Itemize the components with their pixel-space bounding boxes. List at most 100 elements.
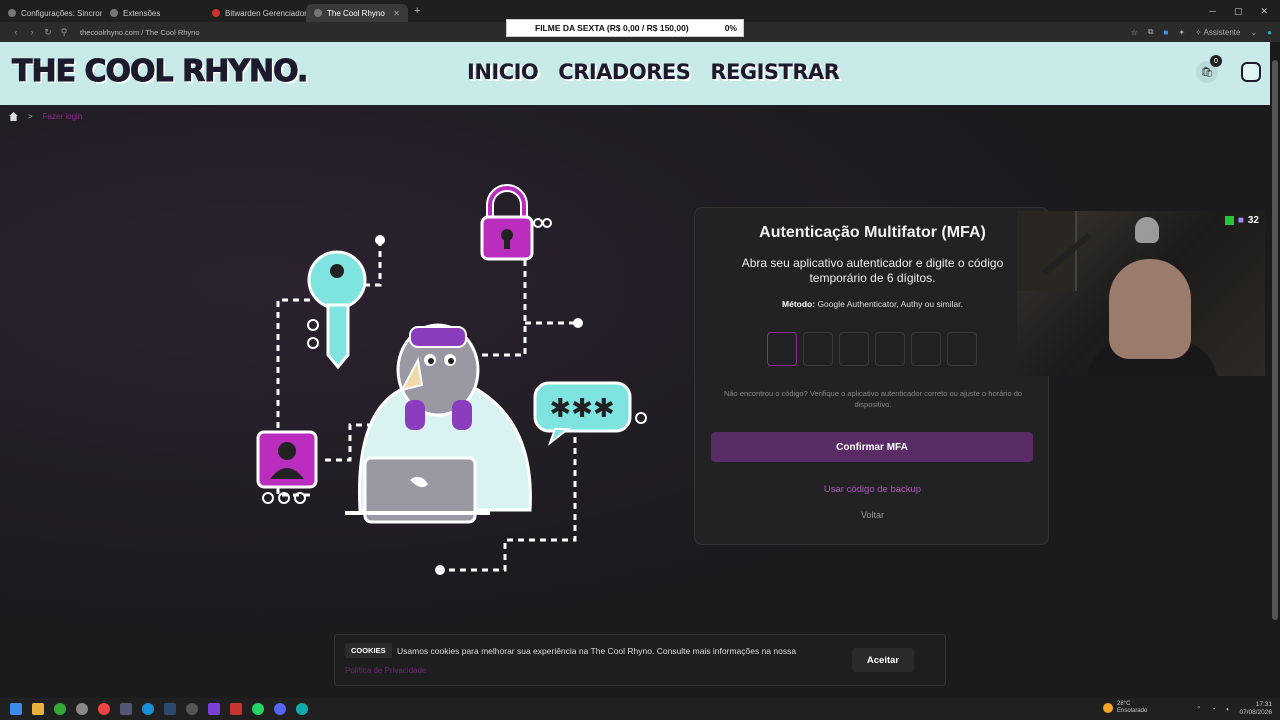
browser-toolbar-right: ☆ ⧉ ■ ✦ ✧ Assistente ⌄ ● [1131, 27, 1272, 37]
mfa-card: Autenticação Multifator (MFA) Abra seu a… [694, 207, 1049, 545]
steam-icon[interactable] [164, 703, 176, 715]
svg-text:✱✱✱: ✱✱✱ [549, 394, 614, 424]
nav-registrar[interactable]: REGISTRAR [710, 60, 840, 84]
url-text: thecoolrhyno.com / The Cool Rhyno [80, 27, 200, 37]
assistant-button[interactable]: ✧ Assistente [1195, 28, 1240, 37]
volume-icon[interactable]: ◖ [1226, 706, 1230, 713]
app-icon[interactable] [230, 703, 242, 715]
chevron-up-icon[interactable]: ⌃ [1196, 705, 1201, 713]
forward-arrow-icon[interactable]: › [24, 27, 40, 37]
assistant-label: Assistente [1203, 27, 1241, 37]
breadcrumb: > Fazer login [9, 112, 82, 121]
method-value: Google Authenticator, Authy ou similar. [817, 299, 963, 309]
back-link[interactable]: Voltar [695, 510, 1050, 520]
cookie-text: Usamos cookies para melhorar sua experiê… [397, 646, 797, 656]
bitwarden-shield-icon[interactable]: ■ [1164, 28, 1169, 37]
tab-label: Extensões [123, 8, 161, 18]
minimize-icon[interactable]: ─ [1210, 6, 1216, 17]
bitwarden-icon [212, 9, 220, 17]
chevron-down-icon[interactable]: ⌄ [1250, 28, 1257, 37]
puzzle-icon[interactable]: ✦ [1178, 28, 1185, 37]
weather-desc: Ensolarado [1117, 708, 1148, 714]
accept-cookies-button[interactable]: Aceitar [852, 648, 914, 672]
main-nav: INICIO CRIADORES REGISTRAR [467, 60, 840, 84]
settings-icon [8, 9, 16, 17]
nav-inicio[interactable]: INICIO [467, 60, 539, 84]
browser-icon[interactable] [296, 703, 308, 715]
puzzle-icon [110, 9, 118, 17]
url-field[interactable]: thecoolrhyno.com / The Cool Rhyno [80, 28, 200, 37]
bag-icon: 🛍 [1200, 66, 1214, 78]
cookie-banner: COOKIES Usamos cookies para melhorar sua… [334, 634, 946, 686]
breadcrumb-current[interactable]: Fazer login [43, 112, 83, 121]
chrome-icon[interactable] [98, 703, 110, 715]
system-clock[interactable]: 17:31 07/08/2026 [1239, 701, 1272, 717]
backup-code-link[interactable]: Usar código de backup [695, 484, 1050, 495]
rhino-character [345, 323, 532, 524]
back-arrow-icon[interactable]: ‹ [8, 27, 24, 37]
close-icon[interactable]: ✕ [393, 9, 400, 18]
settings-gear-icon[interactable] [76, 703, 88, 715]
account-icon[interactable] [1241, 62, 1261, 82]
reload-icon[interactable]: ↻ [40, 27, 56, 38]
wifi-icon[interactable]: ◔ [1212, 706, 1216, 713]
browser-tab-settings[interactable]: Configurações: Sincroniza [0, 4, 102, 22]
home-icon[interactable] [9, 112, 18, 121]
viewer-count-badge: ■ 32 [1224, 215, 1259, 226]
weather-temp: 28°C [1117, 701, 1131, 707]
weather-widget[interactable]: 28°C Ensolarado [1103, 701, 1147, 715]
cart-button[interactable]: 🛍 0 [1196, 55, 1222, 83]
edge-icon[interactable] [142, 703, 154, 715]
rhino-security-illustration: ✱✱✱ [256, 184, 647, 575]
main-content: > Fazer login ✱✱✱ Autenticação Multifato… [0, 105, 1270, 698]
obs-icon[interactable] [186, 703, 198, 715]
file-explorer-icon[interactable] [32, 703, 44, 715]
browser-tab-bitwarden[interactable]: Bitwarden Gerenciador de [204, 4, 306, 22]
new-tab-button[interactable]: + [414, 5, 420, 17]
star-icon[interactable]: ☆ [1131, 28, 1138, 37]
scroll-thumb[interactable] [1272, 60, 1278, 620]
otp-digit-4[interactable] [875, 332, 905, 366]
mfa-hint: Não encontrou o código? Verifique o apli… [723, 389, 1023, 409]
windows-start-icon[interactable] [10, 703, 22, 715]
system-tray: ⌃ ◔ ◖ 17:31 07/08/2026 [1196, 701, 1272, 717]
discord-icon[interactable] [274, 703, 286, 715]
browser-tab-cool-rhyno[interactable]: The Cool Rhyno ✕ [306, 4, 408, 22]
browser-tab-extensions[interactable]: Extensões [102, 4, 204, 22]
site-header: THE COOL RHYNO. INICIO CRIADORES REGISTR… [0, 42, 1270, 105]
otp-digit-2[interactable] [803, 332, 833, 366]
otp-digit-6[interactable] [947, 332, 977, 366]
maximize-icon[interactable]: ▢ [1234, 6, 1243, 17]
key-icon [307, 250, 367, 370]
xbox-icon[interactable] [54, 703, 66, 715]
method-label: Método: [782, 299, 816, 309]
tab-label: Configurações: Sincroniza [21, 8, 102, 18]
close-window-icon[interactable]: ✕ [1260, 6, 1268, 17]
mfa-subtitle: Abra seu aplicativo autenticador e digit… [741, 256, 1004, 285]
page-scrollbar[interactable] [1270, 42, 1280, 698]
viewer-count: 32 [1247, 215, 1259, 226]
tab-label: The Cool Rhyno [327, 8, 385, 18]
breadcrumb-separator: > [28, 112, 33, 121]
app-icon[interactable] [120, 703, 132, 715]
extension-icon[interactable]: ⧉ [1148, 27, 1154, 37]
cookie-tag: COOKIES [345, 643, 392, 658]
chat-icon: ■ [1237, 215, 1244, 226]
goal-percent: 0% [724, 23, 737, 33]
stream-goal-overlay: FILME DA SEXTA (R$ 0,00 / R$ 150,00) 0% [506, 19, 744, 37]
nav-criadores[interactable]: CRIADORES [558, 60, 691, 84]
mfa-title: Autenticação Multifator (MFA) [759, 224, 986, 241]
site-logo[interactable]: THE COOL RHYNO. [11, 54, 308, 90]
profile-icon[interactable]: ● [1267, 28, 1272, 37]
app-icon[interactable] [208, 703, 220, 715]
confirm-mfa-button[interactable]: Confirmar MFA [711, 432, 1033, 462]
clock-time: 17:31 [1255, 701, 1272, 708]
windows-taskbar: 28°C Ensolarado ⌃ ◔ ◖ 17:31 07/08/2026 [0, 698, 1280, 720]
otp-digit-5[interactable] [911, 332, 941, 366]
whatsapp-icon[interactable] [252, 703, 264, 715]
site-info-icon[interactable]: ⚲ [56, 27, 72, 38]
mfa-method: Método: Google Authenticator, Authy ou s… [695, 299, 1050, 309]
privacy-policy-link[interactable]: Política de Privacidade [345, 666, 426, 675]
otp-digit-3[interactable] [839, 332, 869, 366]
otp-digit-1[interactable] [767, 332, 797, 366]
